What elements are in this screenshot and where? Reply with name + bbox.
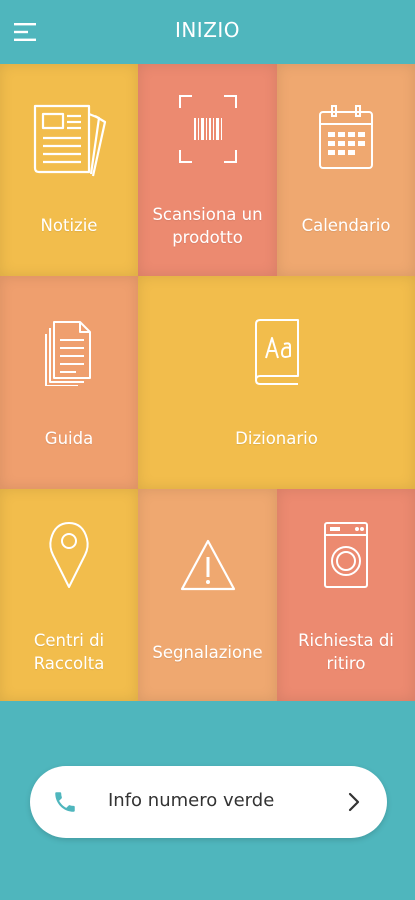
newspaper-icon (33, 104, 107, 177)
tile-label: Centri di Raccolta (33, 631, 105, 673)
tile-label: Richiesta di ritiro (298, 631, 394, 673)
calendar-icon (319, 105, 373, 169)
tile-guida[interactable]: Guida (0, 276, 138, 489)
tile-segnalazione[interactable]: Segnalazione (138, 489, 277, 701)
app-header: INIZIO (0, 0, 415, 64)
tile-richiesta-ritiro[interactable]: Richiesta di ritiro (277, 489, 415, 701)
map-pin-icon (49, 522, 89, 588)
tile-centri-raccolta[interactable]: Centri di Raccolta (0, 489, 138, 701)
chevron-right-icon (348, 792, 360, 812)
tile-notizie[interactable]: Notizie (0, 64, 138, 276)
washing-machine-icon (324, 522, 368, 588)
tile-label: Segnalazione (152, 643, 263, 662)
dictionary-icon (254, 319, 299, 385)
home-tile-grid: Notizie Scansiona un prodotto Calendario… (0, 64, 415, 701)
tile-label: Notizie (40, 216, 98, 235)
page-title: INIZIO (174, 18, 241, 42)
info-numero-verde-label: Info numero verde (108, 790, 275, 811)
document-icon (45, 321, 91, 386)
tile-label: Guida (44, 429, 94, 448)
phone-icon (55, 792, 75, 812)
tile-scansiona-prodotto[interactable]: Scansiona un prodotto (138, 64, 277, 276)
tile-dizionario[interactable]: Dizionario (138, 276, 415, 489)
tile-label: Calendario (301, 216, 391, 235)
info-numero-verde-button[interactable]: Info numero verde (30, 766, 387, 838)
tile-label: Scansiona un prodotto (152, 205, 263, 247)
warning-icon (180, 539, 235, 591)
tile-calendario[interactable]: Calendario (277, 64, 415, 276)
tile-label: Dizionario (235, 429, 318, 448)
barcode-scan-icon (178, 95, 237, 163)
